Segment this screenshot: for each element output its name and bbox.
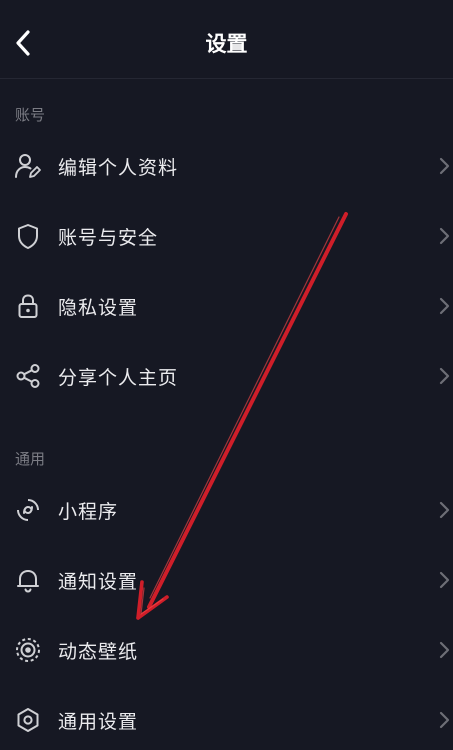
settings-item-live-wallpaper[interactable]: 动态壁纸: [0, 620, 453, 680]
settings-item-label: 账号与安全: [58, 227, 159, 249]
bell-icon: [14, 566, 42, 594]
shield-icon: [14, 222, 42, 250]
user-edit-icon: [14, 152, 42, 180]
chevron-right-icon: [439, 501, 450, 519]
chevron-right-icon: [439, 227, 450, 245]
settings-item-mini-program[interactable]: 小程序: [0, 480, 453, 540]
settings-item-share-profile[interactable]: 分享个人主页: [0, 346, 453, 406]
settings-item-edit-profile[interactable]: 编辑个人资料: [0, 136, 453, 196]
section-label-general: 通用: [15, 450, 46, 468]
settings-item-label: 通知设置: [58, 571, 139, 593]
chevron-right-icon: [439, 157, 450, 175]
mini-program-icon: [14, 496, 42, 524]
chevron-right-icon: [439, 297, 450, 315]
settings-item-account-security[interactable]: 账号与安全: [0, 206, 453, 266]
settings-item-label: 编辑个人资料: [58, 157, 179, 179]
chevron-right-icon: [439, 711, 450, 729]
settings-item-label: 隐私设置: [58, 297, 139, 319]
lock-icon: [14, 292, 42, 320]
settings-item-notifications[interactable]: 通知设置: [0, 550, 453, 610]
arrow-shaft: [147, 212, 348, 609]
section-label-account: 账号: [15, 106, 46, 124]
page-title: 设置: [205, 32, 248, 56]
settings-item-general[interactable]: 通用设置: [0, 690, 453, 750]
wallpaper-icon: [14, 636, 42, 664]
top-bar: 设置: [0, 0, 453, 79]
share-icon: [14, 362, 42, 390]
settings-item-privacy[interactable]: 隐私设置: [0, 276, 453, 336]
settings-item-label: 动态壁纸: [58, 641, 139, 663]
settings-item-label: 小程序: [58, 501, 119, 523]
chevron-right-icon: [439, 367, 450, 385]
settings-item-label: 分享个人主页: [58, 367, 179, 389]
chevron-right-icon: [439, 571, 450, 589]
chevron-right-icon: [439, 641, 450, 659]
